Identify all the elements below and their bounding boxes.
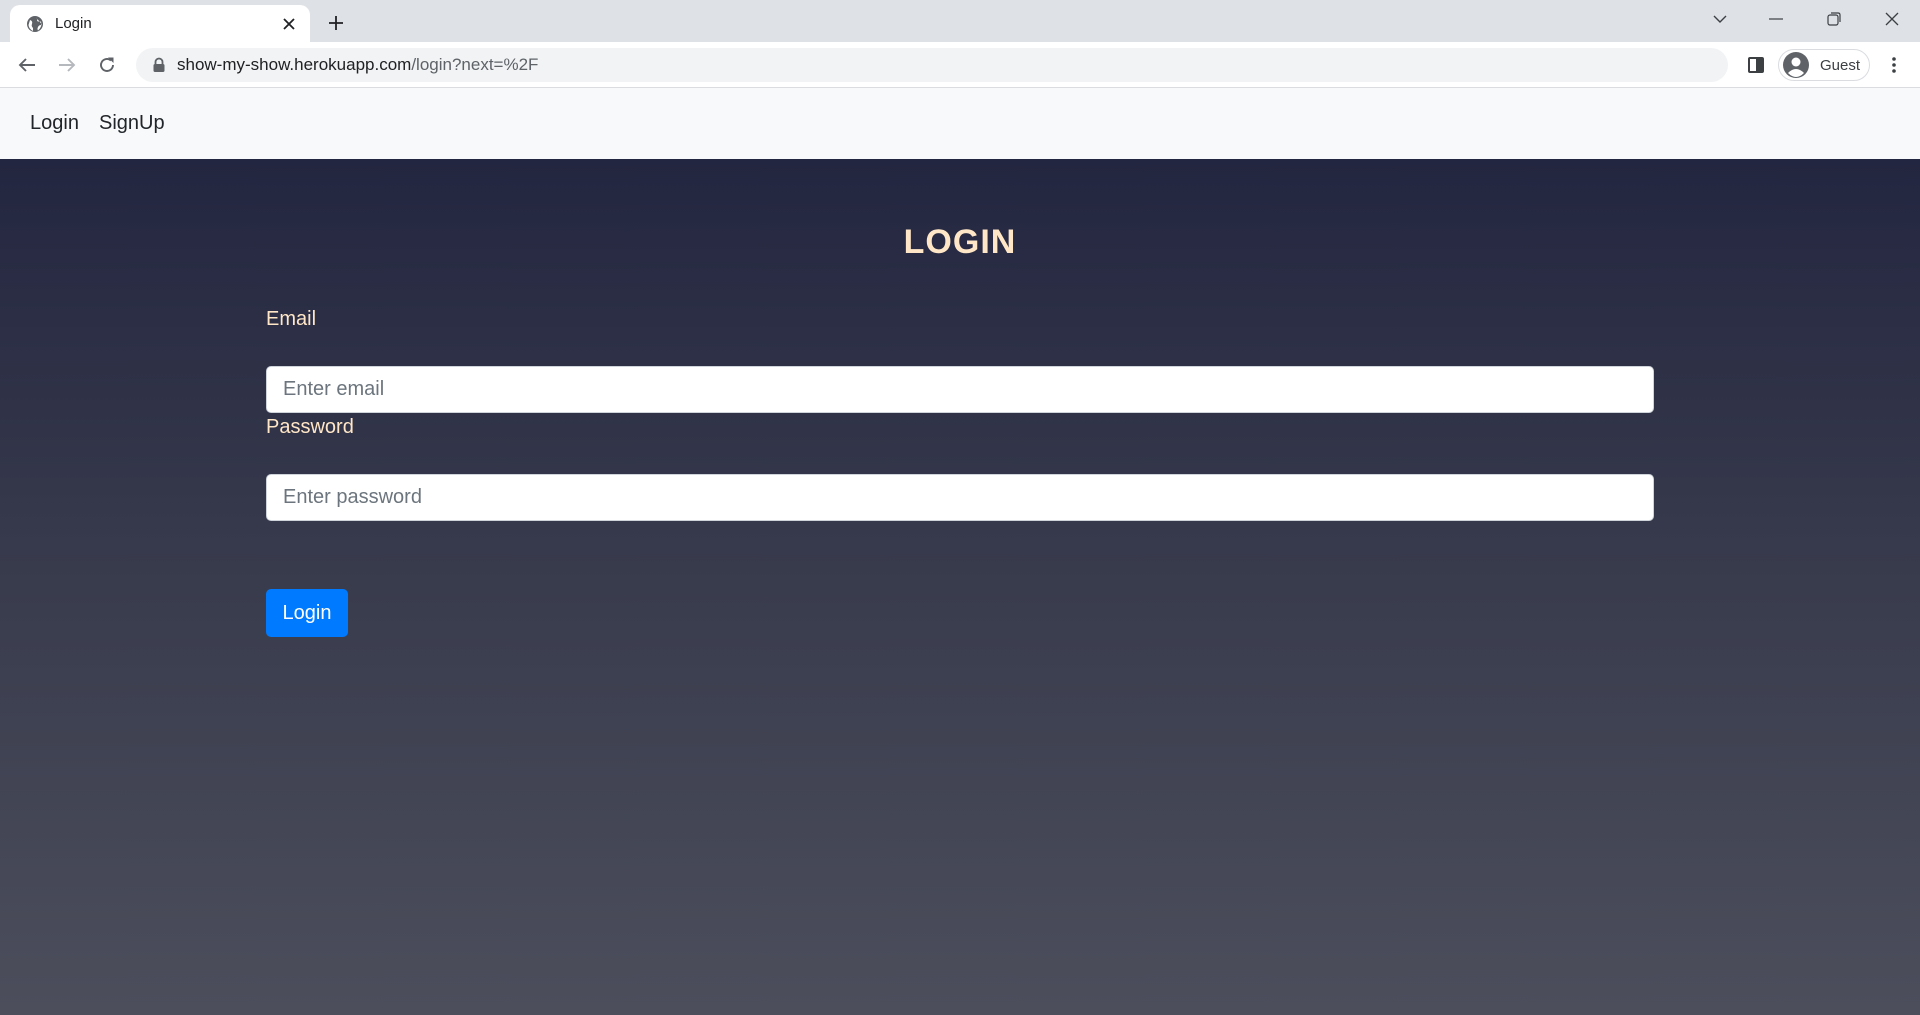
password-field[interactable] [266,474,1654,521]
profile-label: Guest [1820,56,1861,74]
login-section: LOGIN Email Password Login [0,159,1920,1015]
page-title: LOGIN [903,223,1017,261]
nav-link-signup[interactable]: SignUp [99,110,165,136]
login-button[interactable]: Login [266,589,348,637]
lock-icon[interactable] [152,57,166,73]
email-field[interactable] [266,366,1654,413]
side-panel-icon[interactable] [1740,49,1772,81]
plus-icon[interactable] [322,9,350,37]
kebab-menu-icon[interactable] [1878,49,1910,81]
close-icon[interactable] [278,13,300,35]
browser-tab[interactable]: Login [10,5,310,42]
minimize-icon[interactable] [1748,0,1804,38]
avatar-icon [1783,52,1809,78]
address-bar[interactable]: show-my-show.herokuapp.com/login?next=%2… [136,48,1728,82]
reload-icon[interactable] [91,49,123,81]
nav-link-login[interactable]: Login [30,110,79,136]
email-label: Email [266,308,317,330]
url-host: show-my-show.herokuapp.com [177,55,412,74]
browser-tab-strip: Login [0,0,1920,42]
url-text: show-my-show.herokuapp.com/login?next=%2… [177,56,538,74]
globe-icon [27,16,43,32]
back-arrow-icon[interactable] [11,49,43,81]
site-navbar: Login SignUp [0,88,1920,159]
browser-toolbar: show-my-show.herokuapp.com/login?next=%2… [0,42,1920,88]
page: Login SignUp LOGIN Email Password Login [0,88,1920,1015]
restore-icon[interactable] [1806,0,1862,38]
profile-button[interactable]: Guest [1778,49,1870,81]
forward-arrow-icon[interactable] [51,49,83,81]
password-label: Password [266,416,354,438]
window-close-icon[interactable] [1864,0,1920,38]
tab-title: Login [55,15,92,32]
chevron-down-icon[interactable] [1692,0,1748,38]
url-path: /login?next=%2F [411,55,539,74]
